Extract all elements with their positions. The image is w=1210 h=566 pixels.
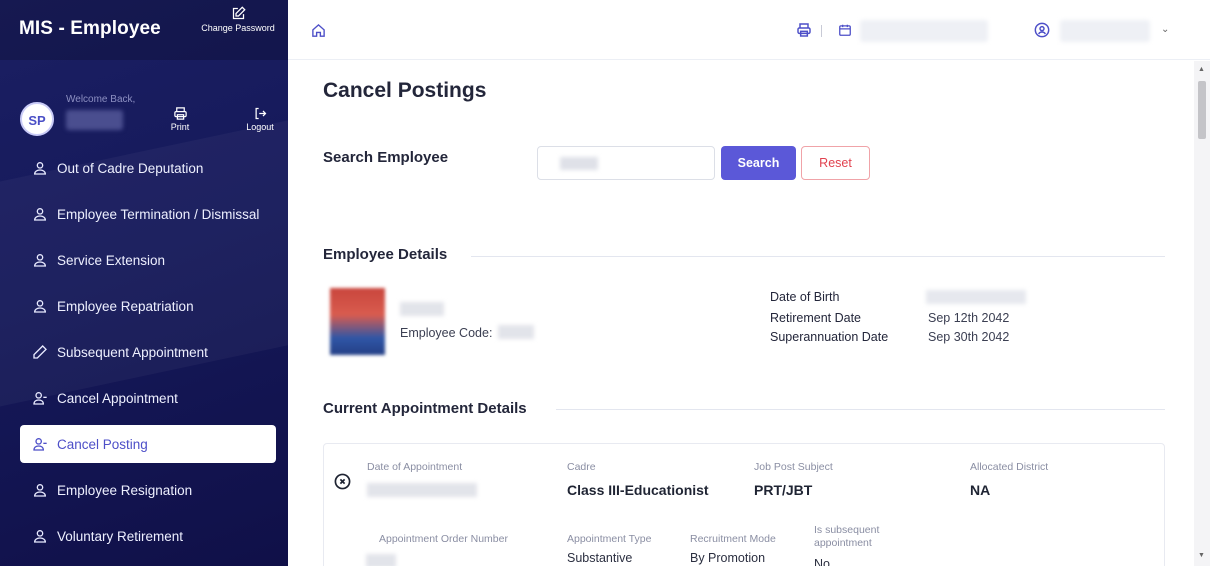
retirement-date-label: Retirement Date — [770, 311, 862, 325]
printer-icon[interactable] — [796, 22, 812, 43]
employee-details-title: Employee Details — [323, 246, 448, 263]
user-minus-icon — [32, 390, 48, 406]
user-icon — [32, 528, 48, 544]
search-value-redacted — [560, 157, 598, 170]
reset-button[interactable]: Reset — [801, 146, 870, 180]
logout-icon — [240, 106, 280, 121]
cadre-value: Class III-Educationist — [567, 482, 709, 498]
change-password-button[interactable]: Change Password — [192, 6, 284, 33]
divider — [821, 25, 822, 37]
sidebar-item-employee-repatriation[interactable]: Employee Repatriation — [0, 283, 288, 329]
edit-icon — [192, 6, 284, 21]
avatar: SP — [20, 102, 54, 136]
sidebar-item-service-extension[interactable]: Service Extension — [0, 237, 288, 283]
sidebar: MIS - Employee Change Password SP Welcom… — [0, 0, 288, 566]
allocated-district-value: NA — [970, 482, 991, 498]
sidebar-item-voluntary-retirement[interactable]: Voluntary Retirement — [0, 513, 288, 559]
app-title: MIS - Employee — [19, 18, 161, 39]
scrollbar[interactable]: ▲ ▼ — [1194, 61, 1210, 566]
username-redacted — [66, 110, 123, 130]
sidebar-item-employee-termination[interactable]: Employee Termination / Dismissal — [0, 191, 288, 237]
calendar-icon — [838, 23, 852, 42]
retirement-date-value: Sep 12th 2042 — [928, 311, 1010, 325]
cadre-label: Cadre — [567, 461, 596, 473]
dob-label: Date of Birth — [770, 290, 840, 304]
user-minus-icon — [32, 436, 48, 452]
sidebar-item-out-of-cadre-deputation[interactable]: Out of Cadre Deputation — [0, 145, 288, 191]
divider — [556, 409, 1165, 410]
sidebar-item-label: Cancel Appointment — [57, 390, 178, 406]
scroll-up-icon[interactable]: ▲ — [1198, 66, 1205, 73]
sidebar-item-subsequent-appointment[interactable]: Subsequent Appointment — [0, 329, 288, 375]
sidebar-item-label: Out of Cadre Deputation — [57, 160, 204, 176]
printer-icon — [160, 106, 200, 121]
welcome-text: Welcome Back, — [66, 94, 136, 105]
search-label: Search Employee — [323, 149, 449, 166]
scrollbar-thumb[interactable] — [1198, 81, 1206, 139]
user-icon — [32, 252, 48, 268]
allocated-district-label: Allocated District — [970, 461, 1049, 473]
username-redacted — [1060, 20, 1150, 42]
sidebar-item-label: Employee Resignation — [57, 482, 193, 498]
sidebar-item-label: Cancel Posting — [57, 436, 148, 452]
superannuation-date-label: Superannuation Date — [770, 330, 889, 344]
sidebar-header: MIS - Employee Change Password — [0, 0, 288, 60]
appointment-card: Date of Appointment Cadre Class III-Educ… — [323, 443, 1165, 566]
job-post-subject-value: PRT/JBT — [754, 482, 813, 498]
user-icon — [32, 160, 48, 176]
recruitment-mode-label: Recruitment Mode — [690, 533, 776, 545]
date-redacted — [860, 20, 988, 42]
is-subsequent-label: Is subsequent appointment — [814, 524, 880, 549]
divider — [471, 256, 1165, 257]
print-button[interactable]: Print — [160, 106, 200, 132]
sidebar-item-employee-resignation[interactable]: Employee Resignation — [0, 467, 288, 513]
order-number-redacted — [366, 554, 396, 566]
sidebar-item-label: Service Extension — [57, 252, 166, 268]
search-button[interactable]: Search — [721, 146, 796, 180]
superannuation-date-value: Sep 30th 2042 — [928, 330, 1010, 344]
employee-name-redacted — [400, 302, 444, 316]
appointment-details-title: Current Appointment Details — [323, 400, 527, 417]
sidebar-menu: Out of Cadre Deputation Employee Termina… — [0, 145, 288, 559]
print-label: Print — [170, 122, 190, 132]
sidebar-item-cancel-posting[interactable]: Cancel Posting — [20, 425, 276, 463]
close-circle-icon[interactable] — [334, 473, 351, 495]
page-title: Cancel Postings — [323, 79, 487, 102]
pencil-icon — [32, 344, 48, 360]
employee-code-label: Employee Code: — [400, 326, 493, 340]
logout-button[interactable]: Logout — [240, 106, 280, 132]
search-input[interactable] — [537, 146, 715, 180]
main-content: Cancel Postings Search Employee Search R… — [288, 61, 1194, 566]
chevron-down-icon[interactable]: ⌄ — [1161, 24, 1169, 35]
user-icon — [32, 206, 48, 222]
scroll-down-icon[interactable]: ▼ — [1198, 552, 1205, 559]
is-subsequent-value: No — [814, 557, 830, 566]
sidebar-item-label: Voluntary Retirement — [57, 528, 184, 544]
user-block: SP Welcome Back, Print Logout — [0, 86, 288, 146]
employee-code-redacted — [498, 325, 534, 339]
sidebar-item-label: Subsequent Appointment — [57, 344, 208, 360]
dob-redacted — [926, 290, 1026, 304]
logout-label: Logout — [246, 122, 274, 132]
date-of-appointment-redacted — [367, 483, 477, 497]
change-password-label: Change Password — [201, 23, 275, 33]
job-post-subject-label: Job Post Subject — [754, 461, 833, 473]
user-icon — [32, 482, 48, 498]
appointment-type-value: Substantive — [567, 551, 633, 565]
recruitment-mode-value: By Promotion — [690, 551, 766, 565]
appointment-type-label: Appointment Type — [567, 533, 652, 545]
sidebar-item-label: Employee Repatriation — [57, 298, 194, 314]
home-icon[interactable] — [311, 23, 326, 43]
date-of-appointment-label: Date of Appointment — [367, 461, 463, 473]
employee-photo — [330, 288, 385, 355]
sidebar-item-cancel-appointment[interactable]: Cancel Appointment — [0, 375, 288, 421]
order-number-label: Appointment Order Number — [379, 533, 508, 545]
top-bar: ⌄ — [288, 0, 1210, 60]
user-icon — [32, 298, 48, 314]
sidebar-item-label: Employee Termination / Dismissal — [57, 206, 260, 222]
user-circle-icon[interactable] — [1034, 22, 1050, 43]
